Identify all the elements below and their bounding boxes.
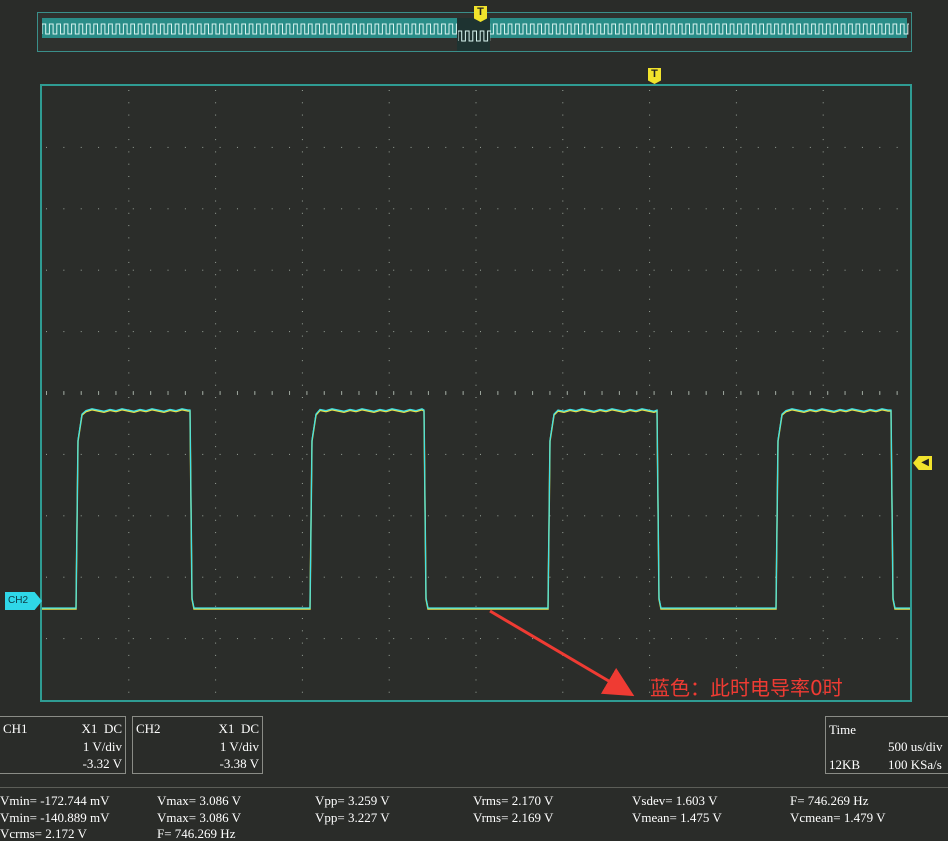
meas-r1-vpp: Vpp= 3.259 V (315, 793, 390, 808)
memory-depth: 12KB (829, 757, 861, 772)
ch1-settings-panel[interactable]: CH1 X1 DC 1 V/div -3.32 V (0, 716, 126, 774)
meas-r2-vrms: Vrms= 2.169 V (473, 810, 554, 825)
measurement-divider (0, 787, 948, 788)
ch1-scale: 1 V/div (82, 739, 122, 754)
annotation-text: 蓝色：此时电导率0时 (650, 676, 843, 700)
ch2-panel-name: CH2 (136, 721, 161, 736)
meas-r1-vmin: Vmin= -172.744 mV (0, 793, 110, 808)
meas-r2-vcmean: Vcmean= 1.479 V (790, 810, 886, 825)
overview-window-waveform (458, 30, 491, 42)
scope-screen (40, 84, 912, 702)
overview-view-window[interactable] (457, 18, 491, 51)
trigger-level-marker[interactable]: ◀ (913, 456, 932, 470)
meas-r2-vmean: Vmean= 1.475 V (632, 810, 722, 825)
ch2-scale: 1 V/div (219, 739, 259, 754)
meas-r1-vmax: Vmax= 3.086 V (157, 793, 242, 808)
meas-r1-vsdev: Vsdev= 1.603 V (632, 793, 718, 808)
meas-r2-vmin: Vmin= -140.889 mV (0, 810, 110, 825)
ch1-panel-name: CH1 (3, 721, 28, 736)
timebase-value: 500 us/div (888, 739, 943, 754)
trigger-position-marker[interactable]: T (648, 68, 661, 84)
ch2-settings-panel[interactable]: CH2 X1 DC 1 V/div -3.38 V (132, 716, 263, 774)
meas-r2-vmax: Vmax= 3.086 V (157, 810, 242, 825)
ch2-offset: -3.38 V (219, 756, 259, 771)
time-panel-label: Time (829, 722, 856, 737)
meas-r2-vpp: Vpp= 3.227 V (315, 810, 390, 825)
sample-rate: 100 KSa/s (888, 757, 942, 772)
meas-r1-vrms: Vrms= 2.170 V (473, 793, 554, 808)
ch1-trace (42, 408, 910, 610)
ch1-offset: -3.32 V (82, 756, 122, 771)
meas-r1-freq: F= 746.269 Hz (790, 793, 869, 808)
scope-grid-and-traces (42, 90, 910, 693)
time-settings-panel[interactable]: Time 500 us/div 12KB 100 KSa/s (825, 716, 948, 774)
ch1-probe-coupling: X1 DC (81, 721, 122, 736)
ch2-probe-coupling: X1 DC (218, 721, 259, 736)
ch2-ground-marker[interactable]: CH2 (5, 592, 42, 610)
grid-dots (46, 90, 898, 693)
